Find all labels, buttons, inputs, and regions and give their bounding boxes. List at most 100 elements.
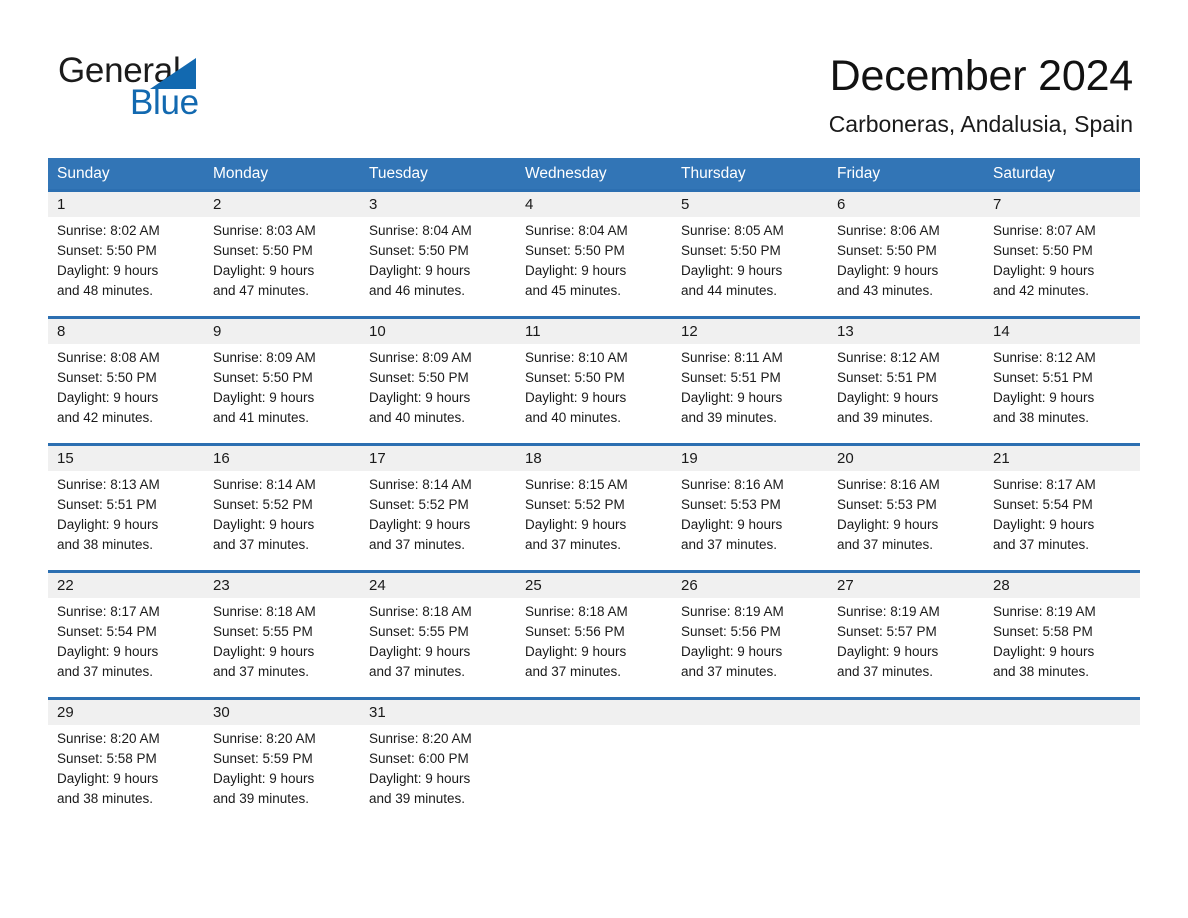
sunrise-text: Sunrise: 8:17 AM: [57, 604, 160, 619]
day-number[interactable]: 20: [828, 446, 984, 471]
day-number[interactable]: 6: [828, 192, 984, 217]
day-number[interactable]: 19: [672, 446, 828, 471]
day-info-band: Sunrise: 8:17 AM Sunset: 5:54 PM Dayligh…: [48, 598, 1140, 683]
day-cell: Sunrise: 8:04 AM Sunset: 5:50 PM Dayligh…: [360, 217, 516, 302]
day-cell: Sunrise: 8:07 AM Sunset: 5:50 PM Dayligh…: [984, 217, 1140, 302]
day-cell: Sunrise: 8:20 AM Sunset: 6:00 PM Dayligh…: [360, 725, 516, 810]
day-cell: Sunrise: 8:18 AM Sunset: 5:56 PM Dayligh…: [516, 598, 672, 683]
day-cell: Sunrise: 8:17 AM Sunset: 5:54 PM Dayligh…: [48, 598, 204, 683]
sunrise-text: Sunrise: 8:08 AM: [57, 350, 160, 365]
daylight-text-line1: Daylight: 9 hours: [525, 644, 627, 659]
day-info-band: Sunrise: 8:02 AM Sunset: 5:50 PM Dayligh…: [48, 217, 1140, 302]
day-number-band: 1 2 3 4 5 6 7: [48, 192, 1140, 217]
sunrise-text: Sunrise: 8:12 AM: [837, 350, 940, 365]
daylight-text-line2: and 37 minutes.: [525, 664, 622, 679]
weekday-header-friday: Friday: [837, 164, 881, 182]
daylight-text-line2: and 45 minutes.: [525, 283, 622, 298]
day-number[interactable]: 28: [984, 573, 1140, 598]
daylight-text-line2: and 42 minutes.: [57, 410, 154, 425]
sunset-text: Sunset: 5:57 PM: [837, 624, 937, 639]
daylight-text-line1: Daylight: 9 hours: [993, 390, 1095, 405]
day-number[interactable]: 5: [672, 192, 828, 217]
day-cell: Sunrise: 8:19 AM Sunset: 5:58 PM Dayligh…: [984, 598, 1140, 683]
daylight-text-line1: Daylight: 9 hours: [525, 517, 627, 532]
day-cell-empty: [828, 725, 984, 810]
daylight-text-line1: Daylight: 9 hours: [837, 517, 939, 532]
daylight-text-line2: and 37 minutes.: [837, 664, 934, 679]
day-number[interactable]: 26: [672, 573, 828, 598]
day-number[interactable]: 17: [360, 446, 516, 471]
day-number[interactable]: 10: [360, 319, 516, 344]
daylight-text-line2: and 39 minutes.: [369, 791, 466, 806]
day-number[interactable]: 9: [204, 319, 360, 344]
day-number[interactable]: 31: [360, 700, 516, 725]
location-subtitle: Carboneras, Andalusia, Spain: [828, 111, 1133, 137]
day-number[interactable]: 13: [828, 319, 984, 344]
daylight-text-line2: and 41 minutes.: [213, 410, 310, 425]
sunset-text: Sunset: 5:59 PM: [213, 751, 313, 766]
day-number[interactable]: 11: [516, 319, 672, 344]
day-cell: Sunrise: 8:13 AM Sunset: 5:51 PM Dayligh…: [48, 471, 204, 556]
daylight-text-line1: Daylight: 9 hours: [525, 390, 627, 405]
week-spacer: [48, 429, 1140, 443]
page-title: December 2024: [829, 52, 1134, 100]
sunrise-text: Sunrise: 8:19 AM: [993, 604, 1096, 619]
sunrise-text: Sunrise: 8:18 AM: [525, 604, 628, 619]
day-number[interactable]: 23: [204, 573, 360, 598]
day-cell: Sunrise: 8:12 AM Sunset: 5:51 PM Dayligh…: [828, 344, 984, 429]
daylight-text-line2: and 37 minutes.: [213, 537, 310, 552]
sunset-text: Sunset: 5:51 PM: [57, 497, 157, 512]
calendar-week-row: 8 9 10 11 12 13 14 Sunrise: 8:08 AM Suns…: [48, 316, 1140, 429]
daylight-text-line1: Daylight: 9 hours: [681, 390, 783, 405]
daylight-text-line1: Daylight: 9 hours: [369, 517, 471, 532]
day-cell-empty: [672, 725, 828, 810]
day-number[interactable]: 22: [48, 573, 204, 598]
day-number[interactable]: 4: [516, 192, 672, 217]
day-number[interactable]: 7: [984, 192, 1140, 217]
day-cell-empty: [984, 725, 1140, 810]
day-info-band: Sunrise: 8:08 AM Sunset: 5:50 PM Dayligh…: [48, 344, 1140, 429]
day-number[interactable]: 16: [204, 446, 360, 471]
day-cell: Sunrise: 8:05 AM Sunset: 5:50 PM Dayligh…: [672, 217, 828, 302]
daylight-text-line2: and 37 minutes.: [369, 537, 466, 552]
daylight-text-line2: and 39 minutes.: [837, 410, 934, 425]
sunrise-text: Sunrise: 8:14 AM: [369, 477, 472, 492]
day-number[interactable]: 15: [48, 446, 204, 471]
day-number[interactable]: 1: [48, 192, 204, 217]
day-number[interactable]: 14: [984, 319, 1140, 344]
day-cell: Sunrise: 8:16 AM Sunset: 5:53 PM Dayligh…: [828, 471, 984, 556]
daylight-text-line1: Daylight: 9 hours: [57, 517, 159, 532]
day-number[interactable]: 21: [984, 446, 1140, 471]
day-cell: Sunrise: 8:12 AM Sunset: 5:51 PM Dayligh…: [984, 344, 1140, 429]
day-number[interactable]: 27: [828, 573, 984, 598]
daylight-text-line2: and 39 minutes.: [213, 791, 310, 806]
day-number[interactable]: 25: [516, 573, 672, 598]
daylight-text-line1: Daylight: 9 hours: [213, 517, 315, 532]
day-number[interactable]: 12: [672, 319, 828, 344]
week-spacer: [48, 683, 1140, 697]
daylight-text-line2: and 38 minutes.: [993, 410, 1090, 425]
day-number[interactable]: 24: [360, 573, 516, 598]
day-number-band: 22 23 24 25 26 27 28: [48, 573, 1140, 598]
day-number[interactable]: 30: [204, 700, 360, 725]
day-number[interactable]: 2: [204, 192, 360, 217]
weekday-header-row: Sunday Monday Tuesday Wednesday Thursday…: [48, 158, 1140, 189]
daylight-text-line1: Daylight: 9 hours: [681, 517, 783, 532]
day-number[interactable]: 8: [48, 319, 204, 344]
sunset-text: Sunset: 5:50 PM: [213, 243, 313, 258]
daylight-text-line1: Daylight: 9 hours: [837, 644, 939, 659]
sunrise-text: Sunrise: 8:20 AM: [369, 731, 472, 746]
sunrise-text: Sunrise: 8:16 AM: [681, 477, 784, 492]
sunset-text: Sunset: 5:58 PM: [57, 751, 157, 766]
day-cell: Sunrise: 8:15 AM Sunset: 5:52 PM Dayligh…: [516, 471, 672, 556]
day-cell: Sunrise: 8:04 AM Sunset: 5:50 PM Dayligh…: [516, 217, 672, 302]
daylight-text-line1: Daylight: 9 hours: [837, 390, 939, 405]
daylight-text-line2: and 42 minutes.: [993, 283, 1090, 298]
day-number[interactable]: 3: [360, 192, 516, 217]
day-number-band: 15 16 17 18 19 20 21: [48, 446, 1140, 471]
day-number[interactable]: 29: [48, 700, 204, 725]
day-cell: Sunrise: 8:20 AM Sunset: 5:58 PM Dayligh…: [48, 725, 204, 810]
daylight-text-line1: Daylight: 9 hours: [525, 263, 627, 278]
day-number[interactable]: 18: [516, 446, 672, 471]
sunset-text: Sunset: 5:51 PM: [837, 370, 937, 385]
